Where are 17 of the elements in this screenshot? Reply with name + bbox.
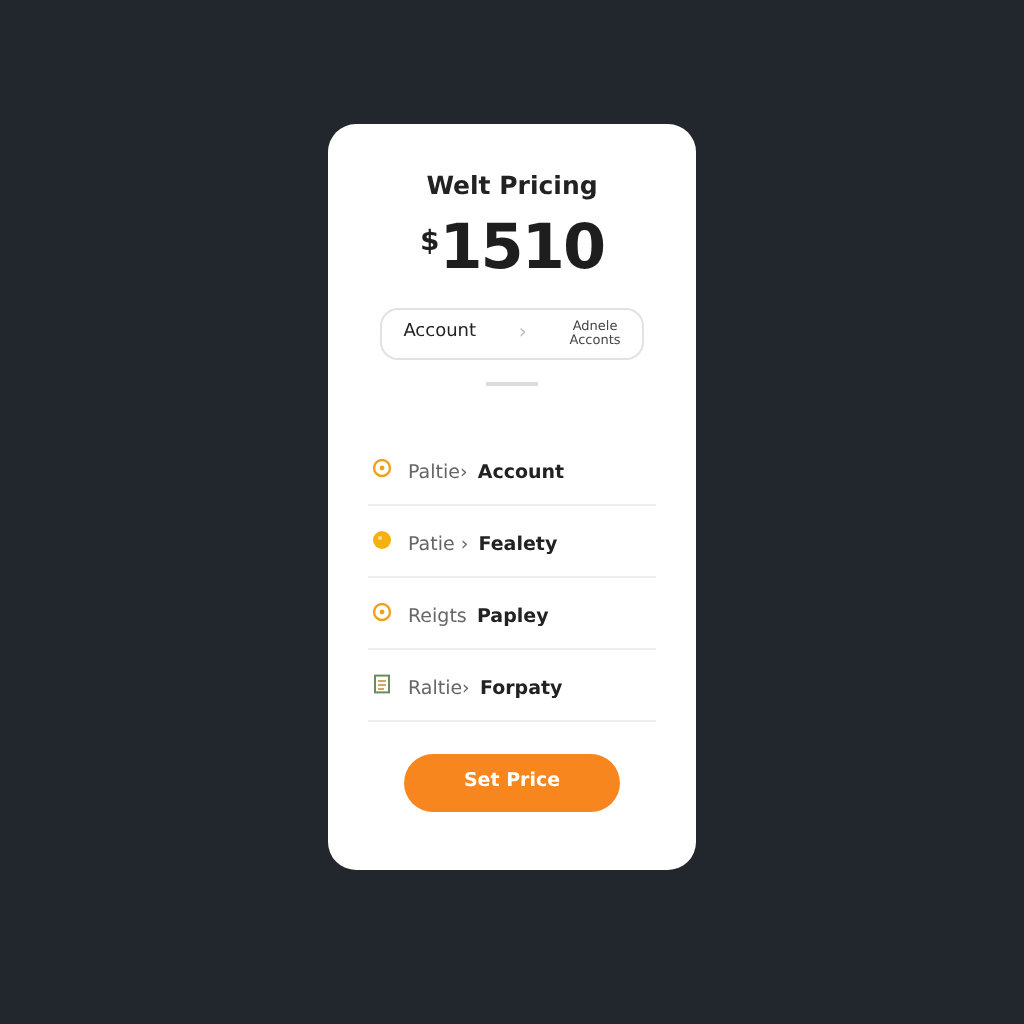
price-amount: 1510: [439, 217, 605, 280]
list-item[interactable]: Patie › Fealety: [368, 505, 656, 578]
item-label: Reigts Papley: [408, 604, 549, 633]
target-icon: [372, 458, 392, 479]
list-item[interactable]: Paltie› Account: [368, 433, 656, 506]
target-icon: [372, 602, 392, 623]
item-label: Raltie› Forpaty: [408, 676, 563, 705]
item-label: Patie › Fealety: [408, 532, 558, 561]
list-item[interactable]: Raltie› Forpaty: [368, 649, 656, 722]
document-icon: [372, 674, 392, 695]
item-label: Paltie› Account: [408, 460, 565, 489]
card-title: Welt Pricing: [424, 168, 600, 204]
segment-option[interactable]: Account: [403, 320, 477, 347]
circle-icon: [372, 530, 392, 551]
chevron-icon: ›: [518, 318, 527, 349]
currency-symbol: $: [419, 223, 440, 262]
list-item[interactable]: Reigts Papley: [368, 577, 656, 650]
